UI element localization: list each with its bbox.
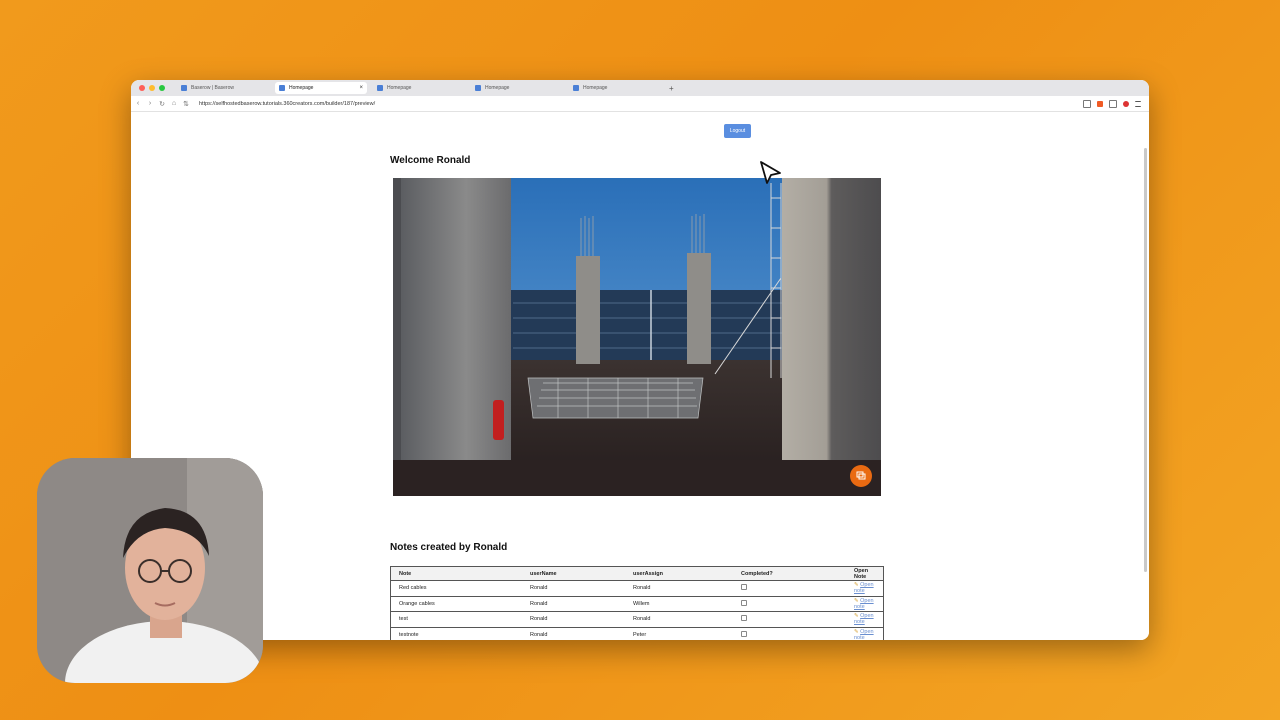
completed-checkbox[interactable] bbox=[741, 615, 747, 622]
back-icon[interactable]: ‹ bbox=[133, 100, 143, 107]
completed-cell bbox=[733, 596, 846, 612]
userassign-cell: Ronald bbox=[625, 611, 733, 628]
presenter-video bbox=[37, 458, 263, 683]
username-cell: Ronald bbox=[522, 611, 625, 628]
note-cell: test bbox=[390, 611, 522, 628]
notes-table: Note userName userAssign Completed? Open… bbox=[390, 566, 884, 640]
baserow-favicon-icon bbox=[573, 85, 579, 91]
share-icon[interactable] bbox=[1083, 99, 1091, 108]
note-cell: Red cables bbox=[390, 580, 522, 597]
username-cell: Ronald bbox=[522, 580, 625, 597]
note-cell: Orange cables bbox=[390, 596, 522, 612]
userassign-cell: Peter bbox=[625, 627, 733, 640]
open-note-cell: ✎ Open note bbox=[846, 596, 884, 612]
minimize-window-button[interactable] bbox=[149, 85, 155, 91]
userassign-cell: Ronald bbox=[625, 580, 733, 597]
page-scrollbar[interactable] bbox=[1144, 148, 1147, 572]
tab-baserow[interactable]: Baserow | Baserow bbox=[177, 82, 269, 94]
brave-shield-icon[interactable] bbox=[1097, 100, 1103, 107]
column-header-userassign: userAssign bbox=[625, 566, 733, 581]
baserow-favicon-icon bbox=[181, 85, 187, 91]
table-row: Orange cables Ronald Willem ✎ Open note bbox=[390, 596, 884, 612]
completed-checkbox[interactable] bbox=[741, 599, 747, 606]
forward-icon[interactable]: › bbox=[145, 100, 155, 107]
close-tab-icon[interactable]: × bbox=[359, 85, 363, 91]
column-header-username: userName bbox=[522, 566, 625, 581]
username-cell: Ronald bbox=[522, 596, 625, 612]
column-header-note: Note bbox=[390, 566, 522, 581]
extension-icon[interactable] bbox=[1123, 100, 1129, 107]
tab-homepage-3[interactable]: Homepage bbox=[471, 82, 563, 94]
tab-homepage-active[interactable]: Homepage × bbox=[275, 82, 367, 94]
window-controls bbox=[131, 85, 171, 91]
logout-button[interactable]: Logout bbox=[724, 124, 751, 138]
cursor-arrow-icon bbox=[760, 161, 781, 184]
tab-label: Homepage bbox=[583, 85, 608, 91]
welcome-heading: Welcome Ronald bbox=[390, 155, 471, 166]
extension-icons bbox=[1083, 99, 1149, 108]
browser-window: Baserow | Baserow Homepage × Homepage Ho… bbox=[131, 80, 1149, 640]
column-header-completed: Completed? bbox=[733, 566, 846, 581]
fullscreen-icon[interactable] bbox=[850, 465, 872, 487]
webcam-overlay bbox=[37, 458, 263, 683]
open-note-cell: ✎ Open note bbox=[846, 580, 884, 597]
table-row: test Ronald Ronald ✎ Open note bbox=[390, 611, 884, 628]
userassign-cell: Willem bbox=[625, 596, 733, 612]
address-bar: ‹ › ↻ ⌂ ⇅ https://selfhostedbaserow.tuto… bbox=[131, 96, 1149, 112]
zoom-window-button[interactable] bbox=[159, 85, 165, 91]
completed-checkbox[interactable] bbox=[741, 630, 747, 637]
note-cell: testnote bbox=[390, 627, 522, 640]
page-content: Logout Welcome Ronald Notes created by R… bbox=[131, 112, 1149, 640]
open-note-cell: ✎ Open note bbox=[846, 627, 884, 640]
tab-label: Homepage bbox=[387, 85, 412, 91]
close-window-button[interactable] bbox=[139, 85, 145, 91]
home-icon[interactable]: ⌂ bbox=[169, 100, 179, 107]
baserow-favicon-icon bbox=[279, 85, 285, 91]
construction-photo bbox=[393, 178, 881, 496]
tab-bar: Baserow | Baserow Homepage × Homepage Ho… bbox=[131, 80, 1149, 96]
username-cell: Ronald bbox=[522, 627, 625, 640]
column-header-open-note: Open Note bbox=[846, 566, 884, 581]
reload-icon[interactable]: ↻ bbox=[157, 100, 167, 108]
tab-label: Homepage bbox=[485, 85, 510, 91]
new-tab-button[interactable]: + bbox=[669, 84, 674, 93]
completed-checkbox[interactable] bbox=[741, 584, 747, 591]
open-note-cell: ✎ Open note bbox=[846, 611, 884, 628]
tab-label: Homepage bbox=[289, 85, 314, 91]
construction-site-image bbox=[393, 178, 881, 496]
sidebar-icon[interactable] bbox=[1109, 99, 1117, 108]
url-field[interactable]: https://selfhostedbaserow.tutorials.360c… bbox=[199, 101, 375, 107]
completed-cell bbox=[733, 627, 846, 640]
site-settings-icon[interactable]: ⇅ bbox=[181, 100, 191, 108]
table-row: testnote Ronald Peter ✎ Open note bbox=[390, 627, 884, 640]
completed-cell bbox=[733, 611, 846, 628]
table-header-row: Note userName userAssign Completed? Open… bbox=[390, 566, 884, 581]
notes-heading: Notes created by Ronald bbox=[390, 542, 508, 553]
menu-icon[interactable] bbox=[1135, 100, 1141, 107]
tab-homepage-2[interactable]: Homepage bbox=[373, 82, 465, 94]
baserow-favicon-icon bbox=[475, 85, 481, 91]
baserow-favicon-icon bbox=[377, 85, 383, 91]
tab-label: Baserow | Baserow bbox=[191, 85, 234, 91]
completed-cell bbox=[733, 580, 846, 597]
table-row: Red cables Ronald Ronald ✎ Open note bbox=[390, 580, 884, 597]
tab-homepage-4[interactable]: Homepage bbox=[569, 82, 661, 94]
